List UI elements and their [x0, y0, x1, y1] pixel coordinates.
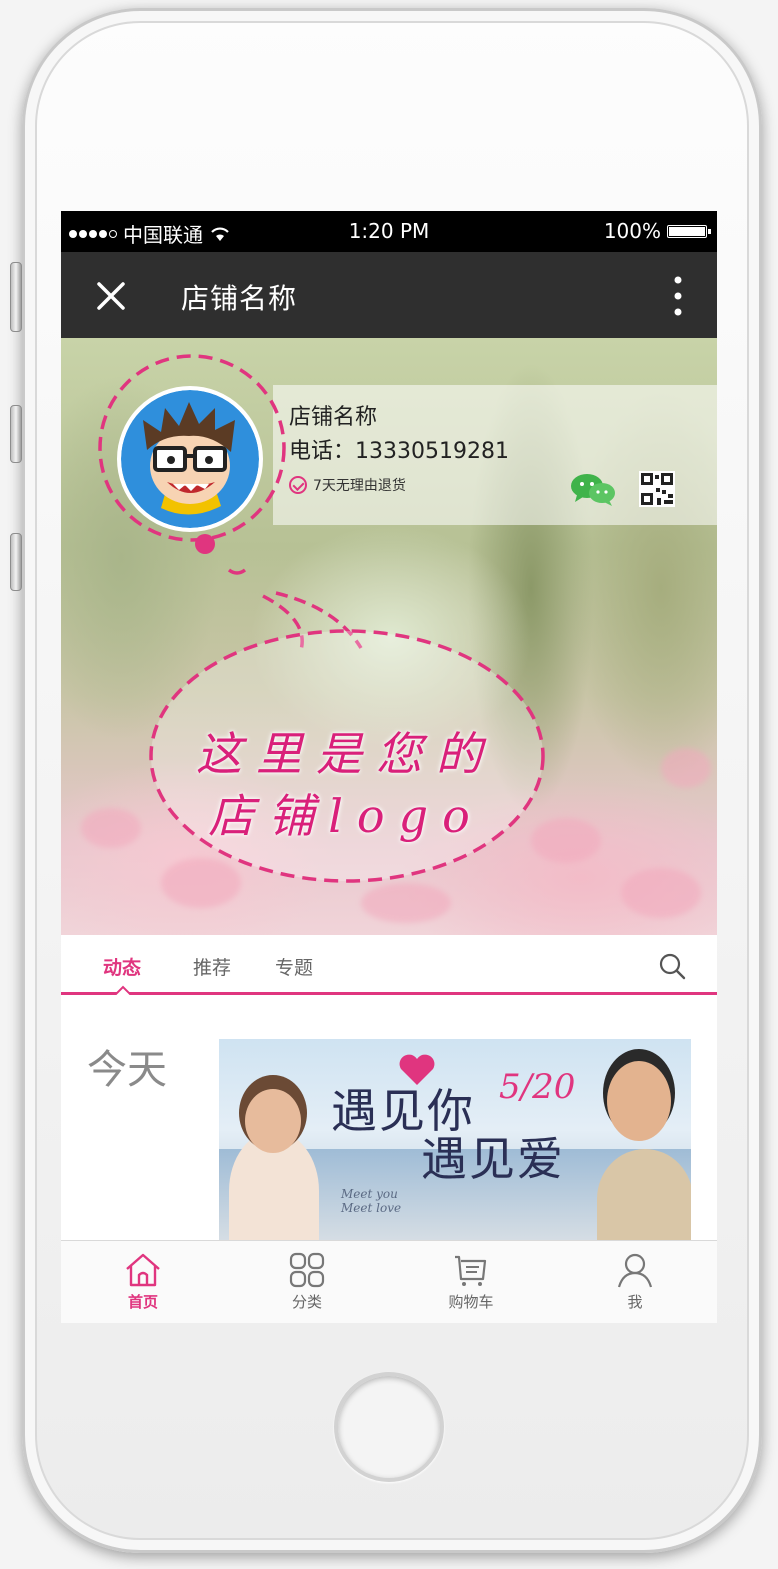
- promo-banner[interactable]: 遇见你 遇见爱 5/20 Meet you Meet love: [219, 1039, 691, 1240]
- battery-info: 100%: [603, 219, 711, 243]
- category-grid-icon: [289, 1252, 325, 1288]
- tab-dynamic[interactable]: 动态: [103, 953, 141, 980]
- page-title: 店铺名称: [181, 282, 298, 315]
- more-options-icon[interactable]: [671, 274, 685, 318]
- cart-icon: [455, 1255, 487, 1286]
- volume-down-button: [10, 533, 22, 591]
- tab-topics[interactable]: 专题: [275, 953, 313, 980]
- banner-sub2: Meet love: [341, 1201, 402, 1215]
- home-icon: [126, 1253, 160, 1287]
- bottom-nav-cart[interactable]: 购物车: [389, 1241, 553, 1323]
- volume-up-button: [10, 405, 22, 463]
- mute-switch: [10, 262, 22, 332]
- logo-caption-line1: 这里是您的: [196, 727, 496, 781]
- search-icon[interactable]: [657, 951, 687, 981]
- bottom-nav-category[interactable]: 分类: [225, 1241, 389, 1323]
- home-button[interactable]: [334, 1372, 444, 1482]
- profile-icon: [617, 1253, 653, 1288]
- phone-screen: 中国联通 1:20 PM 100% 店铺名称 店铺名称 电话：133305192…: [61, 211, 717, 1323]
- active-tab-caret-icon: [115, 985, 131, 995]
- logo-placeholder-caption: 这里是您的 店铺logo: [151, 723, 541, 847]
- bottom-tab-bar: 首页 分类 购物车 我: [61, 1240, 717, 1323]
- status-bar: 中国联通 1:20 PM 100%: [61, 211, 717, 252]
- banner-subtitle: Meet you Meet love: [341, 1187, 401, 1215]
- battery-percent: 100%: [603, 219, 661, 243]
- banner-groom: [597, 1149, 691, 1240]
- bottom-nav-home[interactable]: 首页: [61, 1241, 225, 1323]
- banner-groom-head: [607, 1061, 671, 1141]
- bottom-nav-category-label: 分类: [291, 1293, 322, 1311]
- banner-line2: 遇见爱: [421, 1132, 565, 1186]
- feed-date-label: 今天: [87, 1047, 167, 1093]
- logo-caption-line2: 店铺logo: [208, 789, 484, 843]
- tab-recommended[interactable]: 推荐: [193, 953, 231, 980]
- banner-sub1: Meet you: [341, 1187, 398, 1201]
- shop-hero: 店铺名称 电话：13330519281 7天无理由退货 这里是您的 店铺logo: [61, 338, 717, 935]
- battery-icon: [667, 224, 711, 238]
- banner-bride-head: [245, 1089, 301, 1153]
- bottom-nav-profile[interactable]: 我: [553, 1241, 717, 1323]
- banner-date: 5/20: [499, 1067, 576, 1107]
- heart-icon: [399, 1054, 435, 1085]
- content-tab-bar: 动态 推荐 专题: [61, 935, 717, 995]
- feed-section: 今天 遇见你 遇见爱 5/20 Meet you Meet love: [61, 995, 717, 1240]
- bottom-nav-home-label: 首页: [127, 1293, 158, 1311]
- bottom-nav-profile-label: 我: [627, 1293, 643, 1311]
- bottom-nav-cart-label: 购物车: [448, 1293, 494, 1311]
- nav-bar: 店铺名称: [61, 252, 717, 338]
- close-icon[interactable]: [91, 276, 131, 316]
